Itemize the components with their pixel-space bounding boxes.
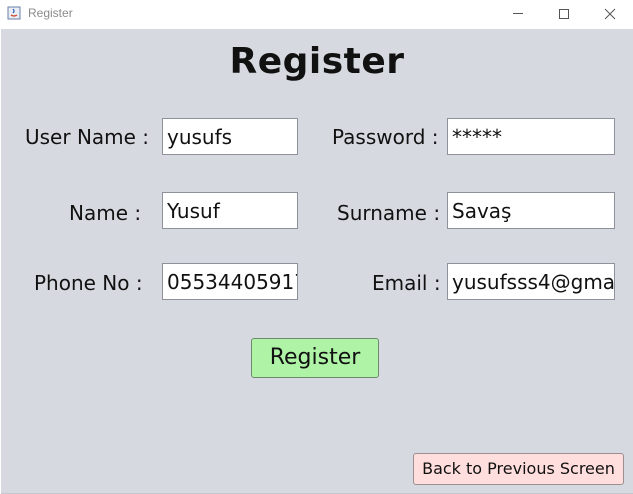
password-field[interactable]: ***** xyxy=(447,118,615,155)
username-label: User Name : xyxy=(25,125,150,149)
surname-label: Surname : xyxy=(337,201,441,225)
minimize-button[interactable] xyxy=(495,0,541,29)
email-field[interactable]: yusufsss4@gmail.com xyxy=(447,263,615,300)
java-app-icon xyxy=(7,6,21,20)
phone-label: Phone No : xyxy=(34,271,143,295)
close-button[interactable] xyxy=(587,0,633,29)
window-title: Register xyxy=(28,6,73,20)
surname-field[interactable]: Savaş xyxy=(447,192,615,229)
email-label: Email : xyxy=(372,271,441,295)
back-button[interactable]: Back to Previous Screen xyxy=(413,453,624,485)
maximize-button[interactable] xyxy=(541,0,587,29)
register-panel: Register User Name : yusufs Password : *… xyxy=(1,29,633,494)
close-icon xyxy=(604,8,616,20)
name-field[interactable]: Yusuf xyxy=(162,192,298,229)
phone-field[interactable]: 05534405917 xyxy=(162,263,298,300)
maximize-icon xyxy=(559,9,569,19)
page-title: Register xyxy=(229,41,405,82)
register-button[interactable]: Register xyxy=(251,338,379,378)
name-label: Name : xyxy=(69,201,142,225)
window-titlebar: Register xyxy=(0,0,633,29)
username-field[interactable]: yusufs xyxy=(162,118,298,155)
password-label: Password : xyxy=(332,125,439,149)
minimize-icon xyxy=(513,13,523,14)
